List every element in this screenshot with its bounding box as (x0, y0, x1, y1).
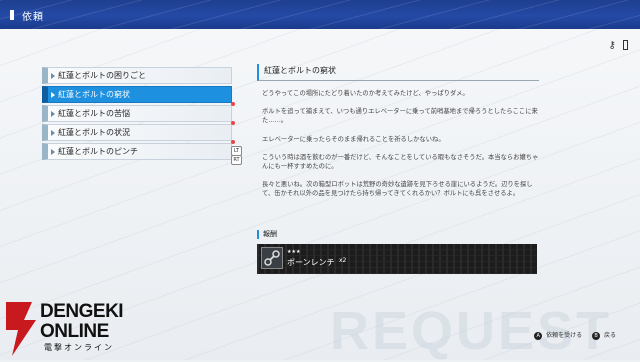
detail-body: どうやってこの場所にたどり着いたのか考えてみたけど、やっぱりダメ。 ボルトを追っ… (257, 89, 539, 199)
b-button-icon: B (592, 331, 601, 340)
logo-line-3: 電撃オンライン (44, 343, 114, 352)
button-guide: A 依頼を受ける B 戻る (526, 330, 616, 340)
request-item-label: 紅蓮とボルトの苦悩 (58, 109, 130, 118)
reward-count: x2 (339, 257, 347, 264)
dengeki-online-logo: DENGEKI ONLINE 電撃オンライン (0, 296, 140, 360)
new-indicator-icon (231, 102, 235, 106)
wrench-icon (261, 247, 283, 269)
detail-title: 紅蓮とボルトの窮状 (257, 64, 539, 81)
detail-paragraph: どうやってこの場所にたどり着いたのか考えてみたけど、やっぱりダメ。 (262, 90, 469, 97)
chevron-right-icon (51, 149, 55, 155)
new-indicator-icon (231, 140, 235, 144)
battery-icon (623, 40, 628, 50)
logo-mark-icon (6, 302, 36, 356)
header-bar: 依頼 (0, 0, 640, 29)
request-item[interactable]: 紅蓮とボルトの苦悩 (42, 102, 235, 122)
control-label: 戻る (603, 332, 616, 339)
request-item-label: 紅蓮とボルトのピンチ (58, 147, 138, 156)
detail-paragraph: エレベーターに乗ったらそのまま帰れることを祈るしかないね。 (262, 135, 445, 143)
new-indicator-icon (231, 121, 235, 125)
reward-item: ★★★ ボーンレンチ x2 (257, 244, 537, 274)
request-item-label: 紅蓮とボルトの状況 (58, 128, 130, 137)
chevron-right-icon (51, 111, 55, 117)
reward-rarity: ★★★ (287, 249, 301, 255)
reward-name: ボーンレンチ (287, 258, 335, 267)
detail-paragraph: ボルトを追って捕まえて、いつも通りエレベーターに乗って前哨基地まで帰ろうとしたら… (262, 108, 538, 125)
a-button-icon: A (534, 331, 543, 340)
detail-paragraph: 長々と悪いね。次の箱型ロボットは荒野の奇妙な遺跡を見下ろせる崖にいるようだ。辺り… (262, 181, 533, 198)
control-label: 依頼を受ける (546, 332, 583, 339)
chevron-right-icon (51, 92, 55, 98)
accept-control[interactable]: A 依頼を受ける (534, 330, 582, 340)
page-title: 依頼 (22, 12, 44, 23)
chevron-right-icon (51, 130, 55, 136)
back-control[interactable]: B 戻る (592, 330, 616, 340)
request-list: 紅蓮とボルトの困りごと 紅蓮とボルトの窮状 紅蓮とボルトの苦悩 紅蓮とボルトの状… (42, 67, 235, 162)
reward-label: 報酬 (257, 230, 277, 239)
rt-button-hint: RT (231, 155, 242, 165)
request-item-label: 紅蓮とボルトの窮状 (58, 90, 130, 99)
request-detail: 紅蓮とボルトの窮状 どうやってこの場所にたどり着いたのか考えてみたけど、やっぱり… (257, 64, 539, 208)
request-item[interactable]: 紅蓮とボルトのピンチ (42, 140, 235, 160)
chevron-right-icon (51, 73, 55, 79)
header-accent (10, 10, 14, 20)
request-item[interactable]: 紅蓮とボルトの困りごと (42, 67, 232, 84)
key-icon: ⚷ (608, 40, 616, 51)
detail-paragraph: こういう時は酒を飲むのが一番だけど、そんなことをしている暇もなさそうだ。本当なら… (262, 153, 539, 171)
top-status: ⚷ (608, 40, 628, 51)
request-item-label: 紅蓮とボルトの困りごと (58, 71, 146, 80)
logo-line-1: DENGEKI (40, 301, 124, 322)
request-item[interactable]: 紅蓮とボルトの状況 (42, 121, 235, 141)
logo-line-2: ONLINE (40, 321, 109, 342)
request-item-selected[interactable]: 紅蓮とボルトの窮状 (42, 86, 232, 103)
